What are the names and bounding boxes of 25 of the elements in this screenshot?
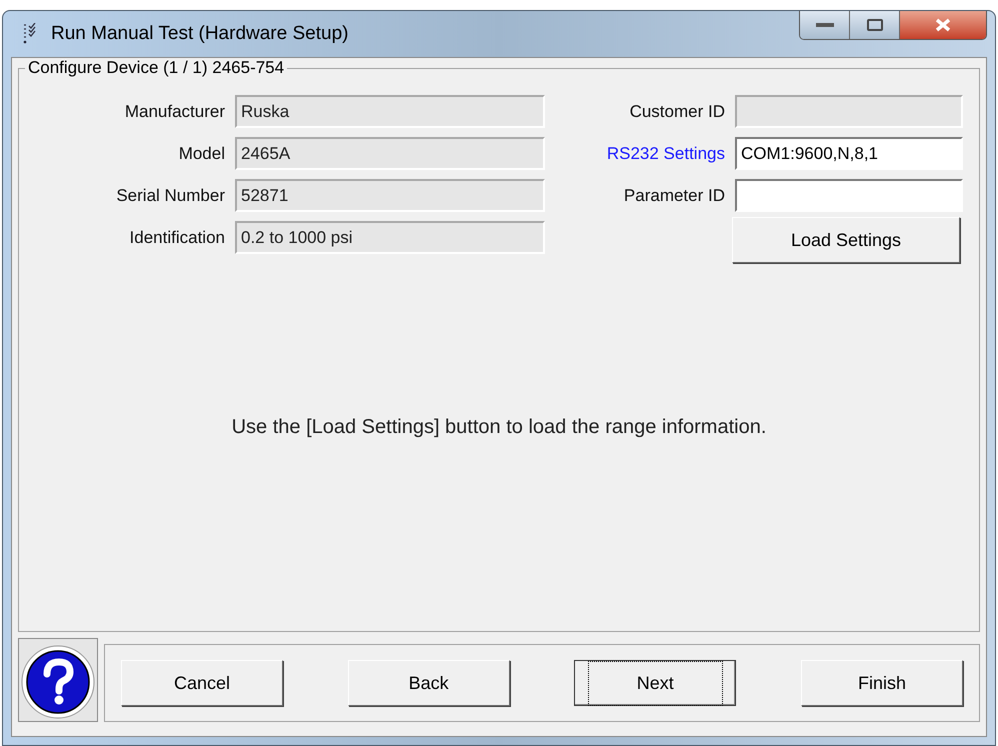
field-label: Customer ID [628,100,726,123]
field-label: Serial Number [115,184,226,207]
help-icon[interactable] [18,638,98,722]
minimize-icon [816,23,834,27]
window-title: Run Manual Test (Hardware Setup) [51,22,348,46]
maximize-button[interactable] [850,11,900,39]
text-field[interactable] [735,179,963,212]
info-message: Use the [Load Settings] button to load the range information. [232,415,766,440]
dialog-button[interactable]: Back [348,660,510,706]
group-title: Configure Device (1 / 1) 2465-754 [25,58,288,78]
dialog-button[interactable]: Cancel [121,660,283,706]
field-label: Parameter ID [622,184,726,207]
field-label: Identification [128,226,226,249]
minimize-button[interactable] [800,11,850,39]
maximize-icon [866,19,882,31]
dialog-button[interactable]: Next [574,660,736,706]
close-button[interactable] [900,11,986,39]
close-icon [934,18,952,32]
settings-link[interactable]: RS232 Settings [545,140,735,166]
field-label: Model [178,142,226,165]
load-settings-button[interactable]: Load Settings [732,217,960,263]
field-label: Manufacturer [124,100,226,123]
checklist-icon [23,23,37,45]
dialog-button[interactable]: Finish [800,660,963,706]
text-field[interactable]: COM1:9600,N,8,1 [735,137,963,170]
